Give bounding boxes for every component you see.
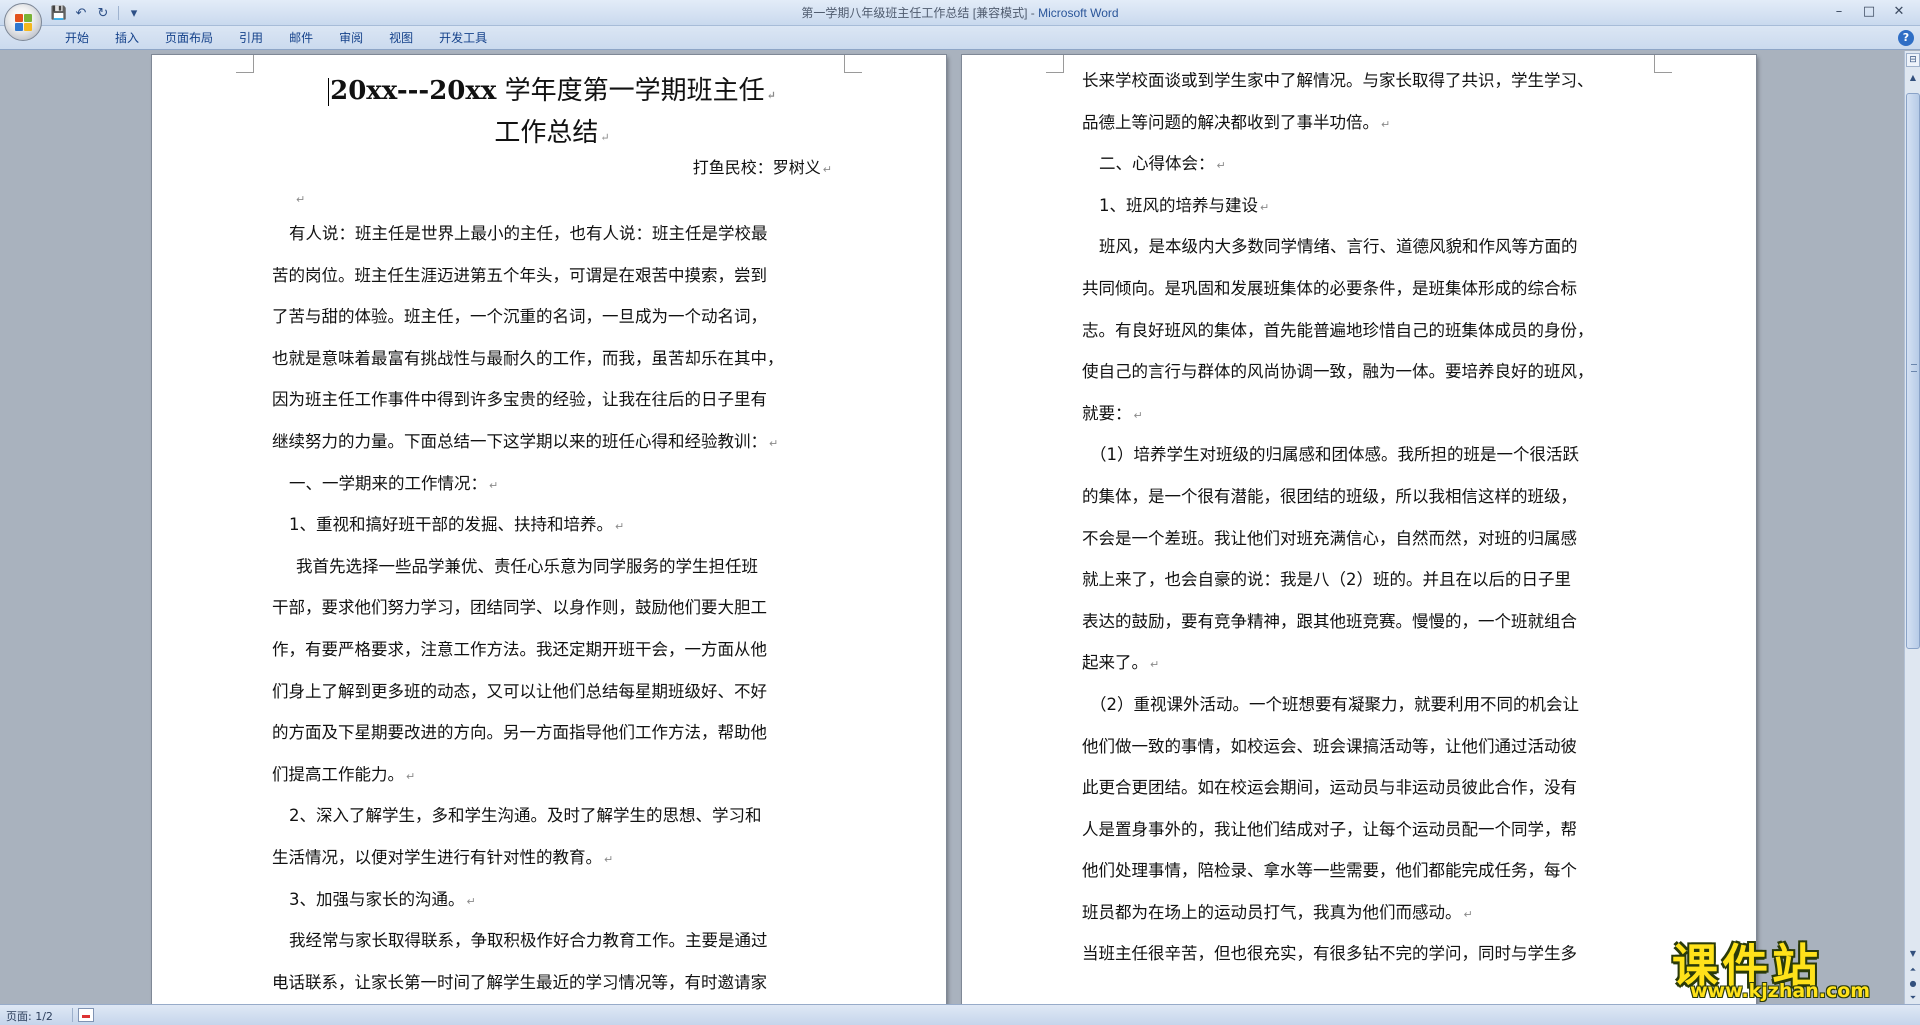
text-line[interactable]: 他们做一致的事情，如校运会、班会课搞活动等，让他们通过活动彼 xyxy=(1082,726,1642,768)
text-line[interactable]: 我首先选择一些品学兼优、责任心乐意为同学服务的学生担任班 xyxy=(272,546,832,588)
title-bar: 💾 ↶ ↻ ▾ 第一学期八年级班主任工作总结 [兼容模式] - Microsof… xyxy=(0,0,1920,26)
text-line[interactable]: 的方面及下星期要改进的方向。另一方面指导他们工作方法，帮助他 xyxy=(272,712,832,754)
heading-line[interactable]: 1、班风的培养与建设 ↵ xyxy=(1082,185,1642,227)
document-title-line-2[interactable]: 工作总结 ↵ xyxy=(272,113,832,153)
proofing-status-icon[interactable] xyxy=(78,1008,94,1022)
window-controls: – □ ✕ xyxy=(1824,2,1914,22)
tab-page-layout[interactable]: 页面布局 xyxy=(152,26,226,50)
text-line[interactable]: 共同倾向。是巩固和发展班集体的必要条件，是班集体形成的综合标 xyxy=(1082,268,1642,310)
margin-corner-mark xyxy=(1654,55,1672,73)
text-cursor xyxy=(328,78,330,106)
window-title: 第一学期八年级班主任工作总结 [兼容模式] - Microsoft Word xyxy=(0,4,1920,21)
tab-home[interactable]: 开始 xyxy=(52,26,102,50)
text-line[interactable]: 就上来了，也会自豪的说：我是八（2）班的。并且在以后的日子里 xyxy=(1082,559,1642,601)
text-line[interactable]: 班风，是本级内大多数同学情绪、言行、道德风貌和作风等方面的 xyxy=(1082,226,1642,268)
status-divider xyxy=(72,1008,73,1022)
document-title-line-1[interactable]: 20xx---20xx 学年度第一学期班主任 ↵ xyxy=(272,69,832,113)
margin-corner-mark xyxy=(236,55,254,73)
heading-line[interactable]: 3、加强与家长的沟通。 ↵ xyxy=(272,879,832,921)
text-line[interactable]: （1）培养学生对班级的归属感和团体感。我所担的班是一个很活跃 xyxy=(1082,434,1642,476)
grip-icon xyxy=(1911,364,1917,372)
document-workspace[interactable]: 20xx---20xx 学年度第一学期班主任 ↵ 工作总结 ↵ 打鱼民校：罗树义 ↵ … xyxy=(0,51,1904,1004)
maximize-button[interactable]: □ xyxy=(1854,2,1884,22)
text-line[interactable]: 长来学校面谈或到学生家中了解情况。与家长取得了共识，学生学习、 xyxy=(1082,60,1642,102)
minimize-button[interactable]: – xyxy=(1824,2,1854,22)
text-line[interactable]: 班员都为在场上的运动员打气，我真为他们而感动。 ↵ xyxy=(1082,892,1642,934)
text-line[interactable]: 我经常与家长取得联系，争取积极作好合力教育工作。主要是通过 xyxy=(272,920,832,962)
help-icon[interactable]: ? xyxy=(1898,30,1914,46)
tab-developer[interactable]: 开发工具 xyxy=(426,26,500,50)
text-line[interactable]: 此更合更团结。如在校运会期间，运动员与非运动员彼此合作，没有 xyxy=(1082,767,1642,809)
text-line[interactable]: 苦的岗位。班主任生涯迈进第五个年头，可谓是在艰苦中摸索，尝到 xyxy=(272,255,832,297)
page-2-text[interactable]: 长来学校面谈或到学生家中了解情况。与家长取得了共识，学生学习、 品德上等问题的解… xyxy=(1082,60,1642,975)
page-1-text[interactable]: 20xx---20xx 学年度第一学期班主任 ↵ 工作总结 ↵ 打鱼民校：罗树义 ↵ … xyxy=(272,69,832,1003)
text-line[interactable]: 的集体，是一个很有潜能，很团结的班级，所以我相信这样的班级， xyxy=(1082,476,1642,518)
text-line[interactable]: 2、深入了解学生，多和学生沟通。及时了解学生的思想、学习和 xyxy=(272,795,832,837)
document-page-2[interactable]: 长来学校面谈或到学生家中了解情况。与家长取得了共识，学生学习、 品德上等问题的解… xyxy=(962,55,1756,1004)
text-line[interactable]: 当班主任很辛苦，但也很充实，有很多钻不完的学问，同时与学生多 xyxy=(1082,933,1642,975)
scroll-up-icon[interactable]: ▲ xyxy=(1906,71,1920,85)
text-line[interactable]: 因为班主任工作事件中得到许多宝贵的经验，让我在往后的日子里有 xyxy=(272,379,832,421)
tab-view[interactable]: 视图 xyxy=(376,26,426,50)
ruler-toggle-icon[interactable]: ⊟ xyxy=(1906,53,1920,67)
office-button[interactable] xyxy=(4,3,42,41)
text-line[interactable]: 品德上等问题的解决都收到了事半功倍。 ↵ xyxy=(1082,102,1642,144)
text-line[interactable]: 使自己的言行与群体的风尚协调一致，融为一体。要培养良好的班风， xyxy=(1082,351,1642,393)
text-line[interactable]: 继续努力的力量。下面总结一下这学期以来的班任心得和经验教训： ↵ xyxy=(272,421,832,463)
heading-line[interactable]: 二、心得体会： ↵ xyxy=(1082,143,1642,185)
ribbon-tab-bar: 开始 插入 页面布局 引用 邮件 审阅 视图 开发工具 ? xyxy=(0,26,1920,50)
text-line[interactable]: 起来了。 ↵ xyxy=(1082,642,1642,684)
scrollbar-thumb[interactable] xyxy=(1906,93,1920,649)
vertical-scrollbar[interactable]: ⊟ ▲ ▼ ⏶ ● ⏷ xyxy=(1904,51,1920,1004)
browse-object-icon[interactable]: ● xyxy=(1906,977,1920,991)
heading-line[interactable]: 1、重视和搞好班干部的发掘、扶持和培养。 ↵ xyxy=(272,504,832,546)
text-line[interactable]: 们身上了解到更多班的动态，又可以让他们总结每星期班级好、不好 xyxy=(272,671,832,713)
margin-corner-mark xyxy=(844,55,862,73)
status-bar: 页面: 1/2 xyxy=(0,1004,1920,1025)
text-line[interactable]: 了苦与甜的体验。班主任，一个沉重的名词，一旦成为一个动名词， xyxy=(272,296,832,338)
text-line[interactable]: 干部，要求他们努力学习，团结同学、以身作则，鼓励他们要大胆工 xyxy=(272,587,832,629)
previous-page-icon[interactable]: ⏶ xyxy=(1906,963,1920,977)
text-line[interactable]: 志。有良好班风的集体，首先能普遍地珍惜自己的班集体成员的身份， xyxy=(1082,310,1642,352)
margin-corner-mark xyxy=(1046,55,1064,73)
text-line[interactable]: 就要： ↵ xyxy=(1082,393,1642,435)
title-separator: - xyxy=(1027,6,1039,20)
text-line[interactable]: 生活情况，以便对学生进行有针对性的教育。 ↵ xyxy=(272,837,832,879)
page-count-status[interactable]: 页面: 1/2 xyxy=(6,1008,53,1024)
next-page-icon[interactable]: ⏷ xyxy=(1906,991,1920,1005)
text-line[interactable]: 表达的鼓励，要有竞争精神，跟其他班竞赛。慢慢的，一个班就组合 xyxy=(1082,601,1642,643)
close-button[interactable]: ✕ xyxy=(1884,2,1914,22)
text-line[interactable]: 作，有要严格要求，注意工作方法。我还定期开班干会，一方面从他 xyxy=(272,629,832,671)
text-line[interactable]: 也就是意味着最富有挑战性与最耐久的工作，而我，虽苦却乐在其中， xyxy=(272,338,832,380)
tab-references[interactable]: 引用 xyxy=(226,26,276,50)
app-name: Microsoft Word xyxy=(1038,6,1119,20)
text-line[interactable]: 人是置身事外的，我让他们结成对子，让每个运动员配一个同学，帮 xyxy=(1082,809,1642,851)
document-page-1[interactable]: 20xx---20xx 学年度第一学期班主任 ↵ 工作总结 ↵ 打鱼民校：罗树义 ↵ … xyxy=(152,55,946,1004)
office-logo-icon xyxy=(15,14,33,32)
document-name: 第一学期八年级班主任工作总结 [兼容模式] xyxy=(801,6,1028,20)
tab-mailings[interactable]: 邮件 xyxy=(276,26,326,50)
scroll-down-icon[interactable]: ▼ xyxy=(1906,947,1920,961)
text-line[interactable]: 他们处理事情，陪检录、拿水等一些需要，他们都能完成任务，每个 xyxy=(1082,850,1642,892)
text-line[interactable]: 们提高工作能力。 ↵ xyxy=(272,754,832,796)
tab-review[interactable]: 审阅 xyxy=(326,26,376,50)
text-line[interactable]: （2）重视课外活动。一个班想要有凝聚力，就要利用不同的机会让 xyxy=(1082,684,1642,726)
heading-line[interactable]: 一、一学期来的工作情况： ↵ xyxy=(272,463,832,505)
text-line[interactable]: 有人说：班主任是世界上最小的主任，也有人说：班主任是学校最 xyxy=(272,213,832,255)
text-line[interactable]: 电话联系，让家长第一时间了解学生最近的学习情况等，有时邀请家 xyxy=(272,962,832,1004)
empty-paragraph[interactable]: ↵ xyxy=(272,183,832,213)
text-line[interactable]: 不会是一个差班。我让他们对班充满信心，自然而然，对班的归属感 xyxy=(1082,518,1642,560)
tab-insert[interactable]: 插入 xyxy=(102,26,152,50)
author-line[interactable]: 打鱼民校：罗树义 ↵ xyxy=(272,153,832,183)
